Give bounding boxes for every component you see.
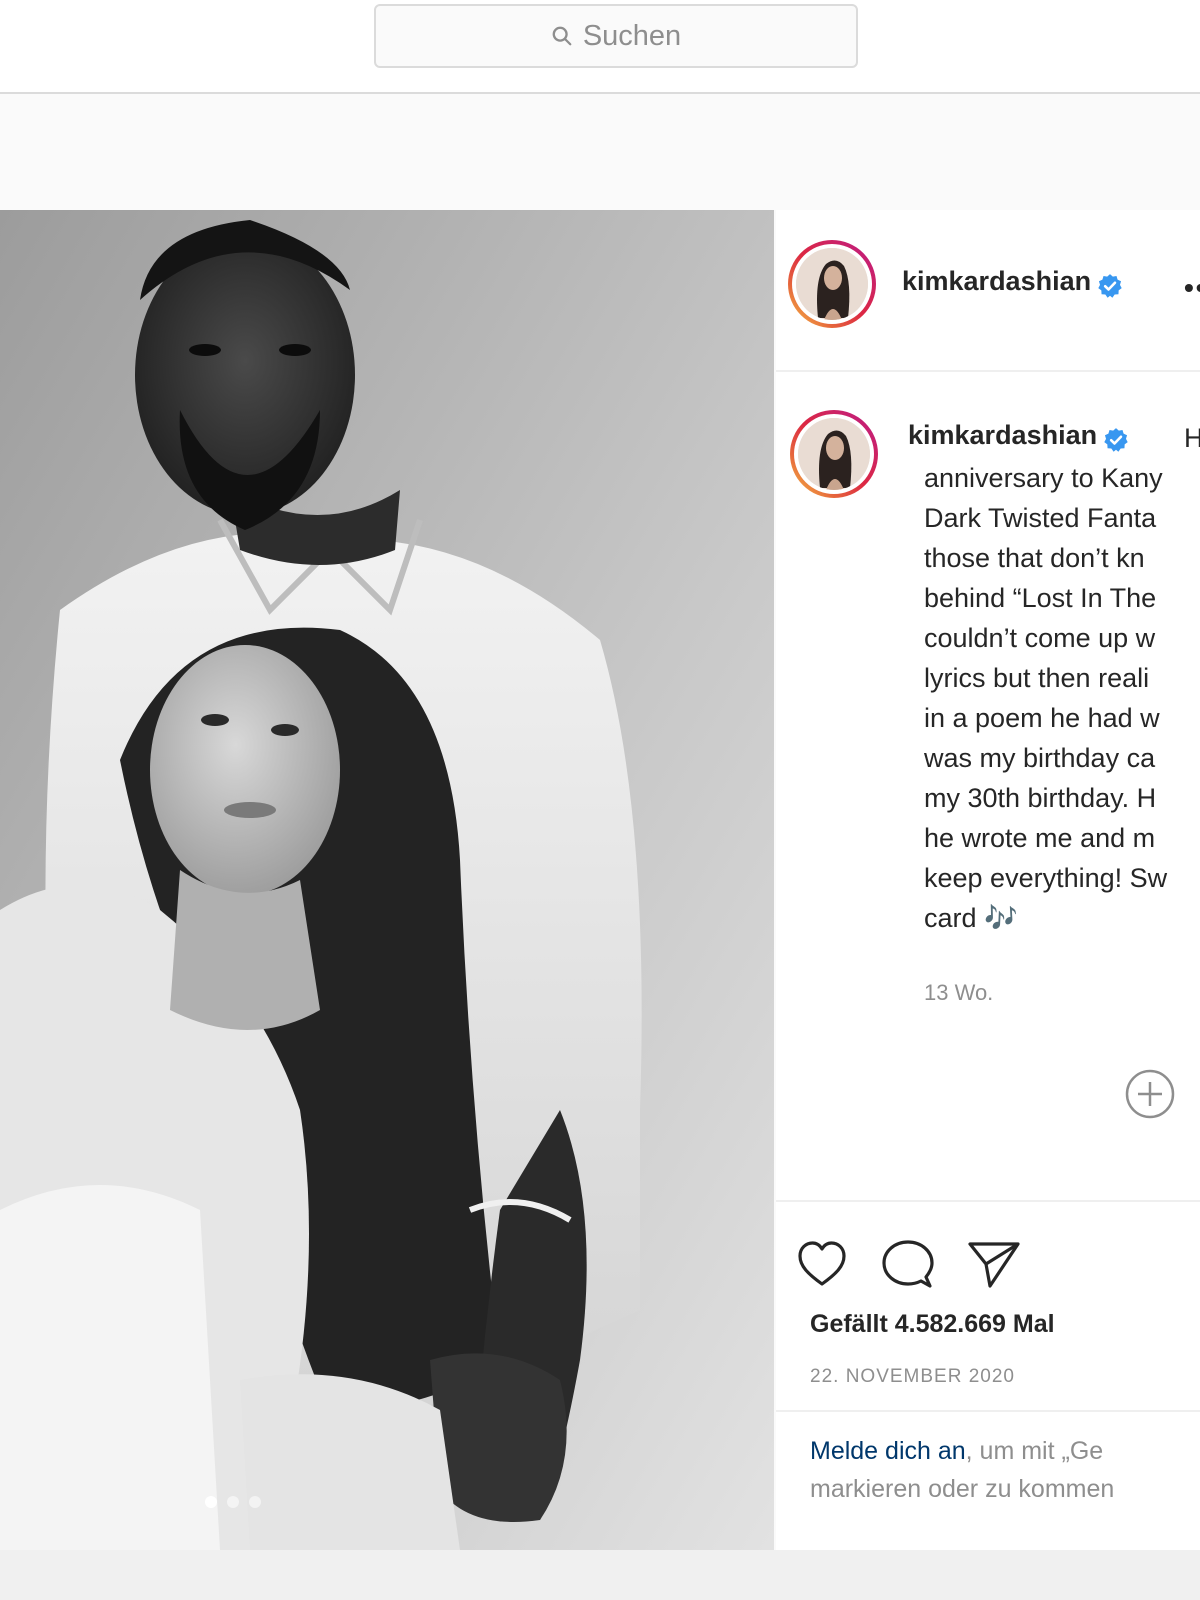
search-input[interactable]: Suchen [374,4,858,68]
login-prompt-text: , um mit „Ge [965,1437,1104,1465]
login-link[interactable]: Melde dich an [810,1437,966,1465]
search-icon [552,26,572,46]
caption-avatar[interactable] [790,410,878,498]
heart-icon[interactable] [794,1236,850,1292]
carousel-indicator [205,1496,261,1508]
carousel-dot [249,1496,261,1508]
avatar-image [798,418,870,490]
post-time-ago: 13 Wo. [924,980,994,1005]
photo-image [0,210,774,1550]
author-username[interactable]: kimkardashian [902,266,1091,296]
verified-badge-icon [1098,273,1122,298]
more-options-icon[interactable]: •• [1184,272,1200,304]
load-more-comments-icon[interactable] [1124,1068,1176,1120]
page-bottom [0,1550,1200,1600]
top-bar: Suchen [0,0,1200,94]
page-gap [0,94,1200,210]
post-date[interactable]: 22. NOVEMBER 2020 [810,1366,1015,1388]
like-count[interactable]: Gefällt 4.582.669 Mal [810,1310,1055,1339]
post-photo[interactable] [0,210,774,1550]
author-avatar[interactable] [788,240,876,328]
post-actions: Gefällt 4.582.669 Mal 22. NOVEMBER 2020 … [776,1200,1200,1550]
search-placeholder: Suchen [582,19,682,52]
post-side-panel: kimkardashian •• kimkardashian [776,210,1200,1550]
carousel-dot [205,1496,217,1508]
caption-text: H anniversary to Kany Dark Twisted Fanta… [924,423,1200,933]
post-header: kimkardashian •• [776,210,1200,372]
avatar-image [796,248,868,320]
login-prompt-text-2: markieren oder zu kommen [810,1475,1115,1503]
comment-icon[interactable] [880,1236,936,1292]
login-prompt: Melde dich an, um mit „Ge markieren oder… [776,1410,1200,1503]
carousel-dot [227,1496,239,1508]
share-icon[interactable] [966,1236,1022,1292]
